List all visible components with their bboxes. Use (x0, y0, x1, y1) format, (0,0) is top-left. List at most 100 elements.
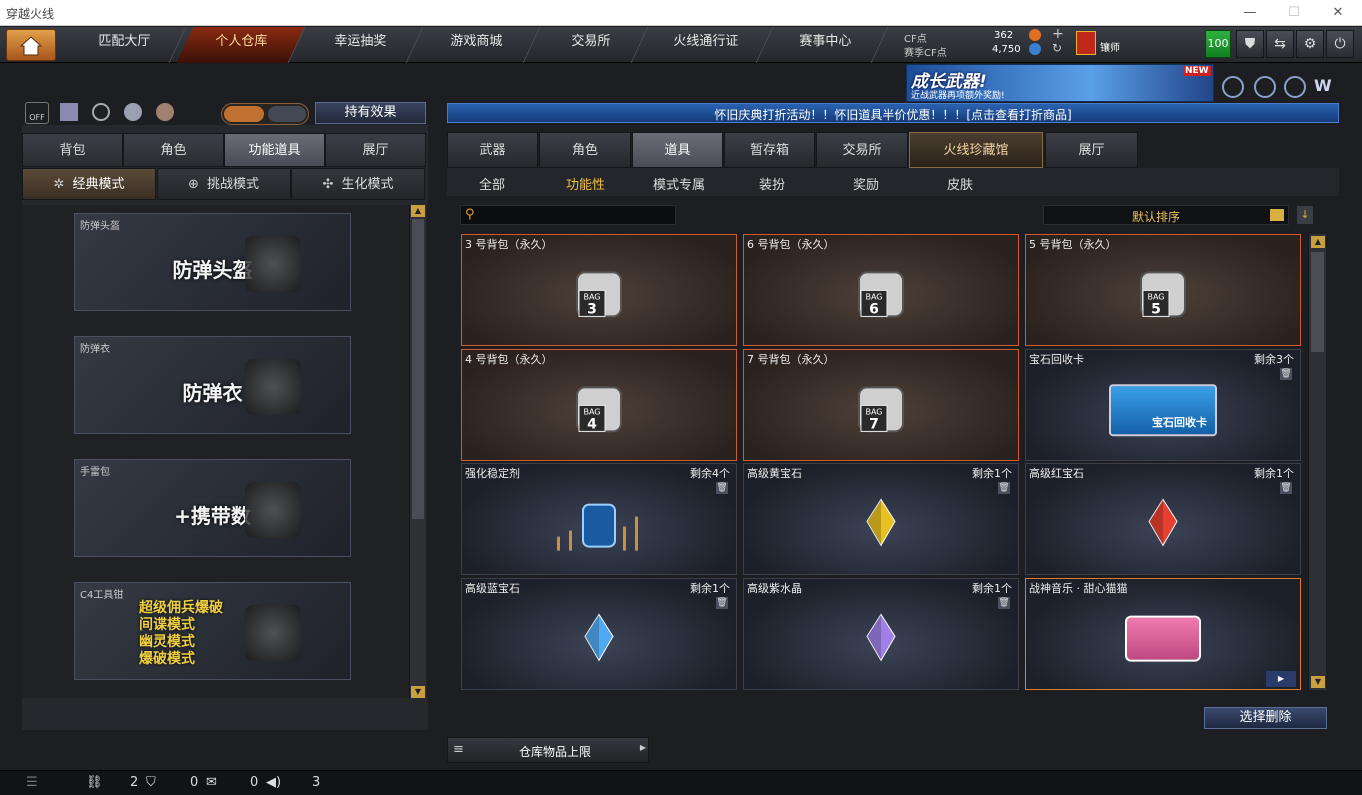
left-scrollbar[interactable]: ▲ ▼ (409, 205, 426, 698)
stats-icon[interactable] (60, 103, 78, 121)
right-tab[interactable]: 道具 (632, 132, 723, 168)
item-card[interactable]: 防弹衣 防弹衣 (74, 336, 351, 434)
trash-icon[interactable]: 🗑 (716, 597, 728, 609)
camp-icon[interactable] (1222, 76, 1244, 98)
refresh-icon[interactable]: ↻ (1052, 41, 1062, 55)
shield-icon[interactable]: ⛊ (1236, 30, 1264, 58)
menu-icon[interactable]: ☰ (26, 775, 38, 790)
item-cell[interactable]: 5 号背包（永久） BAG 5 (1025, 234, 1301, 346)
subtab[interactable]: 模式专属 (653, 174, 705, 193)
item-cell[interactable]: 高级黄宝石 剩余1个 🗑 (743, 463, 1019, 575)
sort-dropdown[interactable]: 默认排序 (1043, 205, 1289, 225)
left-tab[interactable]: 展厅 (325, 133, 426, 167)
grid-scroll-down-icon[interactable]: ▼ (1311, 676, 1325, 688)
return-icon[interactable]: ⇆ (1266, 30, 1294, 58)
item-name: 7 号背包（永久） (747, 353, 835, 366)
item-card[interactable]: C4工具钳 超级佣兵爆破 间谍模式 幽灵模式 爆破模式 (74, 582, 351, 680)
expand-icon: ▶ (639, 743, 646, 752)
close-icon[interactable]: ✕ (1328, 4, 1348, 22)
nav-tab[interactable]: 火线通行证 (636, 27, 774, 63)
mode-tab[interactable]: ✣ 生化模式 (291, 168, 425, 200)
maximize-icon[interactable]: ☐ (1284, 4, 1304, 22)
item-cell[interactable]: 战神音乐 · 甜心猫猫 ▶ (1025, 578, 1301, 690)
sort-direction-icon[interactable]: ↓ (1297, 206, 1313, 224)
scroll-thumb[interactable] (412, 219, 424, 519)
emblem-icon[interactable] (1284, 76, 1306, 98)
wing-icon[interactable]: W (1314, 76, 1338, 98)
subtab[interactable]: 装扮 (759, 174, 785, 193)
grid-scrollbar[interactable]: ▲ ▼ (1308, 234, 1326, 690)
nav-tab[interactable]: 游戏商城 (411, 27, 541, 63)
grid-scroll-up-icon[interactable]: ▲ (1311, 236, 1325, 248)
power-icon[interactable]: ⏻ (1326, 30, 1354, 58)
gear-icon[interactable]: ⚙ (1296, 30, 1324, 58)
left-tab[interactable]: 功能道具 (224, 133, 325, 167)
trash-icon[interactable]: 🗑 (998, 482, 1010, 494)
right-tab[interactable]: 武器 (447, 132, 538, 168)
add-cf-icon[interactable]: + (1052, 26, 1064, 42)
trash-icon[interactable]: 🗑 (1280, 482, 1292, 494)
nav-tab[interactable]: 幸运抽奖 (296, 27, 424, 63)
item-count: 剩余1个 (690, 582, 730, 595)
off-toggle-icon[interactable]: OFF (25, 102, 49, 124)
search-field[interactable]: ⚲ (460, 205, 676, 225)
play-icon[interactable]: ▶ (1266, 671, 1296, 687)
announcement-bar[interactable]: 怀旧庆典打折活动！！怀旧道具半价优惠！！！[点击查看打折商品] (447, 103, 1339, 123)
item-cell[interactable]: 宝石回收卡 剩余3个 🗑 宝石回收卡 (1025, 349, 1301, 461)
grid-scroll-thumb[interactable] (1311, 252, 1324, 352)
minimize-icon[interactable]: — (1240, 4, 1260, 22)
nav-tab[interactable]: 匹配大厅 (61, 27, 187, 63)
item-cell[interactable]: 高级红宝石 剩余1个 🗑 (1025, 463, 1301, 575)
boost-icon[interactable] (124, 103, 142, 121)
right-tab[interactable]: 火线珍藏馆 (909, 132, 1043, 168)
item-name: 强化稳定剂 (465, 467, 520, 480)
speaker-icon[interactable]: ◀) (266, 775, 281, 790)
item-cell[interactable]: 6 号背包（永久） BAG 6 (743, 234, 1019, 346)
left-tab[interactable]: 背包 (22, 133, 123, 167)
promo-banner[interactable]: 成长武器! 近战武器再项额外奖励! NEW (906, 64, 1214, 102)
scroll-down-icon[interactable]: ▼ (411, 686, 425, 698)
scroll-up-icon[interactable]: ▲ (411, 205, 425, 217)
item-card[interactable]: 手雷包 +携带数 (74, 459, 351, 557)
trash-icon[interactable]: 🗑 (1280, 368, 1292, 380)
subtab[interactable]: 奖励 (853, 174, 879, 193)
trash-icon[interactable]: 🗑 (716, 482, 728, 494)
globe-icon[interactable] (1254, 76, 1276, 98)
item-cell[interactable]: 高级蓝宝石 剩余1个 🗑 (461, 578, 737, 690)
guild-icon[interactable]: ⛉ (146, 775, 156, 790)
music-card-image (1125, 615, 1201, 662)
effect-button[interactable]: 持有效果 (315, 102, 426, 124)
trash-icon[interactable]: 🗑 (998, 597, 1010, 609)
subtab[interactable]: 皮肤 (947, 174, 973, 193)
nav-tab[interactable]: 赛事中心 (761, 27, 889, 63)
nav-tab[interactable]: 个人仓库 (176, 27, 306, 63)
mode-tab[interactable]: ⊕ 挑战模式 (156, 168, 291, 200)
item-cell[interactable]: 强化稳定剂 剩余4个 🗑 (461, 463, 737, 575)
gem-icon (582, 612, 616, 666)
left-tab[interactable]: 角色 (123, 133, 224, 167)
right-tab[interactable]: 暂存箱 (724, 132, 815, 168)
item-cell[interactable]: 4 号背包（永久） BAG 4 (461, 349, 737, 461)
subtab[interactable]: 功能性 (566, 174, 605, 193)
eye-icon[interactable] (92, 103, 110, 121)
right-tab[interactable]: 交易所 (816, 132, 908, 168)
delete-button[interactable]: 选择删除 (1204, 707, 1327, 729)
mode-tab[interactable]: ✲ 经典模式 (22, 168, 156, 200)
view-toggle[interactable] (221, 103, 309, 125)
item-cell[interactable]: 高级紫水晶 剩余1个 🗑 (743, 578, 1019, 690)
bag-icon: BAG 5 (1135, 268, 1191, 322)
item-cell[interactable]: 3 号背包（永久） BAG 3 (461, 234, 737, 346)
subtab[interactable]: 全部 (479, 174, 505, 193)
right-tab[interactable]: 角色 (539, 132, 631, 168)
capacity-bar[interactable]: ≡ 仓库物品上限 ▶ (447, 737, 649, 763)
item-card[interactable]: 防弹头盔 防弹头盔 (74, 213, 351, 311)
window-titlebar: 穿越火线 — ☐ ✕ (0, 0, 1362, 26)
home-button[interactable] (6, 29, 56, 61)
nav-tab[interactable]: 交易所 (531, 27, 649, 63)
item-cell[interactable]: 7 号背包（永久） BAG 7 (743, 349, 1019, 461)
right-tab[interactable]: 展厅 (1045, 132, 1138, 168)
friends-icon[interactable]: ⛓ (86, 775, 103, 790)
search-icon: ⚲ (465, 207, 475, 222)
grenade-icon[interactable] (156, 103, 174, 121)
chat-icon[interactable]: ✉ (206, 775, 217, 790)
